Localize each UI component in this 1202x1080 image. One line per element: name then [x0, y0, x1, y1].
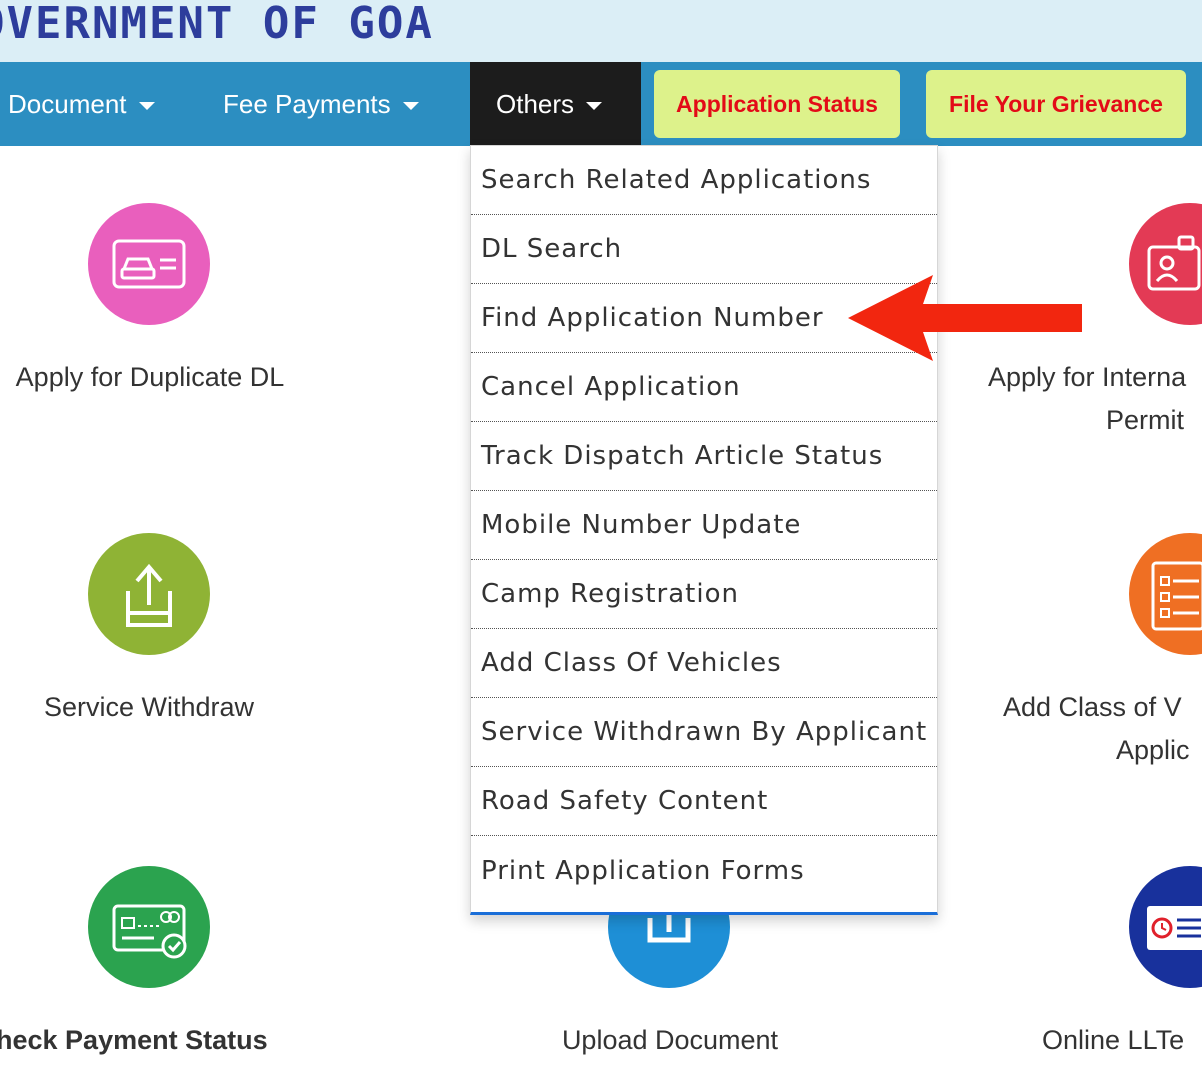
service-withdraw-tile-icon[interactable]: [88, 533, 210, 655]
payment-card-icon: [112, 904, 187, 959]
duplicate-dl-tile-icon[interactable]: [88, 203, 210, 325]
add-class-tile-icon[interactable]: [1129, 533, 1202, 655]
add-class-label-line1[interactable]: Add Class of V: [1003, 686, 1202, 729]
menu-item-service-withdrawn-by-applicant[interactable]: Service Withdrawn By Applicant: [471, 698, 937, 767]
nav-document-label: Document: [8, 88, 127, 119]
menu-item-mobile-number-update[interactable]: Mobile Number Update: [471, 491, 937, 560]
checklist-icon: [1151, 561, 1202, 631]
application-status-button[interactable]: Application Status: [654, 70, 900, 138]
chevron-down-icon: [402, 101, 419, 110]
online-ll-label[interactable]: Online LLTe: [1042, 1019, 1202, 1062]
upload-tray-icon: [126, 563, 172, 627]
header-banner: OVERNMENT OF GOA: [0, 0, 1202, 62]
nav-document[interactable]: Document: [8, 62, 155, 146]
international-permit-tile-icon[interactable]: [1129, 203, 1202, 325]
nav-fee-payments[interactable]: Fee Payments: [223, 62, 419, 146]
menu-item-print-application-forms[interactable]: Print Application Forms: [471, 836, 937, 905]
nav-others-label: Others: [496, 88, 575, 119]
others-dropdown-menu: Search Related Applications DL Search Fi…: [470, 145, 938, 915]
main-navbar: Document Fee Payments Others Application…: [0, 62, 1202, 146]
service-withdraw-label[interactable]: Service Withdraw: [0, 686, 298, 729]
online-ll-tile-icon[interactable]: [1129, 866, 1202, 988]
id-lock-icon: [1147, 235, 1201, 291]
annotation-arrow-icon: [848, 275, 1082, 361]
menu-item-track-dispatch-article-status[interactable]: Track Dispatch Article Status: [471, 422, 937, 491]
chevron-down-icon: [138, 101, 155, 110]
nav-others[interactable]: Others: [470, 62, 641, 146]
file-grievance-button[interactable]: File Your Grievance: [926, 70, 1186, 138]
site-title: OVERNMENT OF GOA: [0, 0, 434, 49]
chevron-down-icon: [586, 101, 603, 110]
international-permit-label-line2[interactable]: Permit: [1106, 399, 1202, 442]
upload-document-label[interactable]: Upload Document: [520, 1019, 820, 1062]
check-payment-label[interactable]: heck Payment Status: [0, 1019, 316, 1062]
add-class-label-line2[interactable]: Applic: [1116, 729, 1202, 772]
menu-item-camp-registration[interactable]: Camp Registration: [471, 560, 937, 629]
duplicate-dl-label[interactable]: Apply for Duplicate DL: [0, 356, 300, 399]
menu-item-search-related-applications[interactable]: Search Related Applications: [471, 146, 937, 215]
clock-doc-icon: [1147, 906, 1202, 950]
check-payment-tile-icon[interactable]: [88, 866, 210, 988]
menu-item-add-class-of-vehicles[interactable]: Add Class Of Vehicles: [471, 629, 937, 698]
car-card-icon: [112, 239, 186, 289]
menu-item-road-safety-content[interactable]: Road Safety Content: [471, 767, 937, 836]
nav-fee-payments-label: Fee Payments: [223, 88, 391, 119]
